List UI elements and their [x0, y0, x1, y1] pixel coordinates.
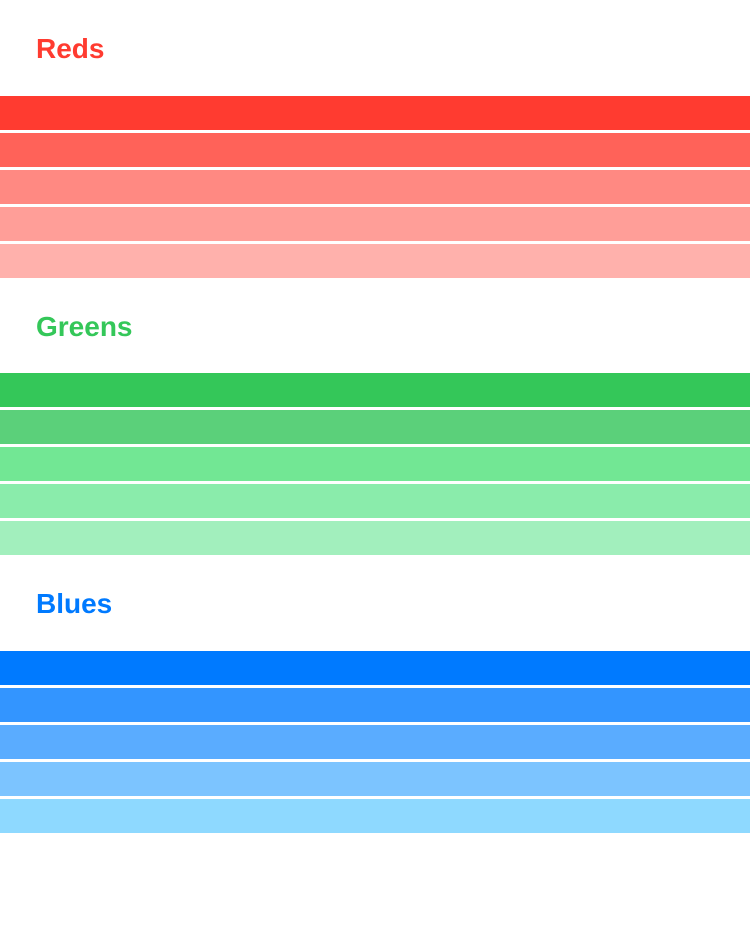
color-swatch[interactable]	[0, 762, 750, 796]
color-swatch[interactable]	[0, 725, 750, 759]
color-swatch[interactable]	[0, 170, 750, 204]
color-swatch[interactable]	[0, 484, 750, 518]
color-swatch[interactable]	[0, 521, 750, 555]
section-blues: Blues	[0, 555, 750, 833]
color-swatch[interactable]	[0, 207, 750, 241]
color-swatch[interactable]	[0, 688, 750, 722]
section-header-reds: Reds	[0, 0, 750, 96]
color-swatch[interactable]	[0, 447, 750, 481]
swatch-list-reds	[0, 96, 750, 278]
color-swatch[interactable]	[0, 133, 750, 167]
section-greens: Greens	[0, 278, 750, 556]
color-swatch[interactable]	[0, 651, 750, 685]
swatch-list-greens	[0, 373, 750, 555]
section-reds: Reds	[0, 0, 750, 278]
swatch-list-blues	[0, 651, 750, 833]
section-header-blues: Blues	[0, 555, 750, 651]
color-swatch[interactable]	[0, 799, 750, 833]
color-swatch[interactable]	[0, 244, 750, 278]
color-swatch[interactable]	[0, 373, 750, 407]
color-swatch[interactable]	[0, 96, 750, 130]
color-swatch[interactable]	[0, 410, 750, 444]
section-header-greens: Greens	[0, 278, 750, 374]
